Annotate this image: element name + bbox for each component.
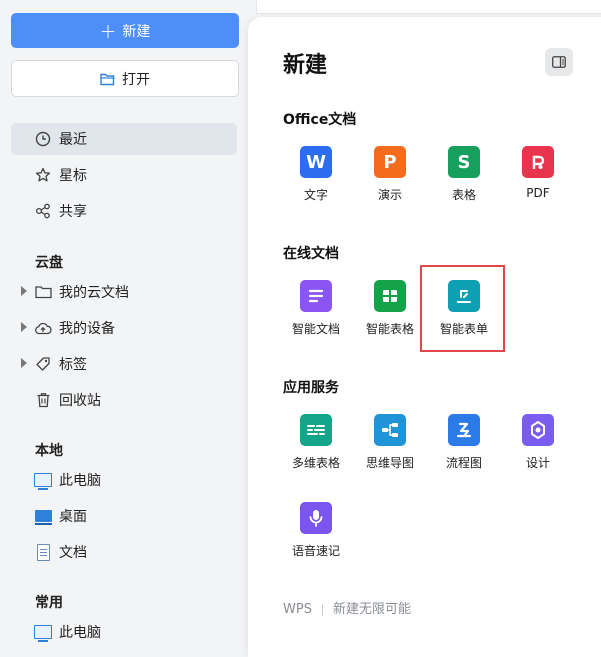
footer-divider [321, 603, 323, 616]
group-title-online: 在线文档 [283, 246, 339, 262]
panel-title: 新建 [283, 53, 328, 78]
expand-caret-icon[interactable] [21, 322, 27, 332]
folder-icon [34, 283, 52, 301]
new-design[interactable]: 设计 [501, 414, 575, 471]
new-button[interactable]: + 新建 [11, 13, 239, 48]
sidebar-item-label: 文档 [59, 545, 87, 561]
group-title-services: 应用服务 [283, 380, 339, 396]
section-title-local: 本地 [35, 443, 63, 459]
new-pdf[interactable]: PDF [501, 146, 575, 200]
app-label: 演示 [377, 188, 402, 202]
open-button-label: 打开 [122, 71, 150, 88]
sidebar-item-label: 共享 [59, 204, 87, 220]
new-mind-map[interactable]: 思维导图 [353, 414, 427, 471]
multi-dim-table-icon [300, 414, 332, 446]
new-voice-note[interactable]: 语音速记 [279, 502, 353, 559]
computer-icon [34, 471, 52, 490]
cloud-upload-icon [34, 319, 52, 337]
open-button[interactable]: 打开 [11, 60, 239, 97]
app-label: 流程图 [445, 456, 482, 470]
new-document-panel: 新建 Office文档 W 文字 P 演示 S 表格 PDF 在线文档 智能文档 [248, 17, 601, 657]
sidebar-item-label: 最近 [59, 132, 87, 148]
footer-slogan: 新建无限可能 [332, 602, 411, 617]
group-title-office: Office文档 [283, 112, 357, 128]
wps-spreadsheet-icon: S [448, 146, 480, 178]
new-multi-dim-table[interactable]: 多维表格 [279, 414, 353, 471]
app-label: PDF [526, 186, 550, 200]
plus-icon: + [99, 18, 117, 43]
footer-brand: WPS [283, 602, 312, 617]
background-window-edge [256, 0, 601, 14]
sidebar-item-desktop[interactable]: 桌面 [11, 500, 237, 532]
clock-icon [34, 130, 52, 148]
expand-caret-icon[interactable] [21, 358, 27, 368]
new-smart-doc[interactable]: 智能文档 [279, 280, 353, 337]
sidebar-item-documents[interactable]: 文档 [11, 536, 237, 568]
sidebar-item-label: 此电脑 [59, 473, 101, 489]
sidebar-item-this-pc[interactable]: 此电脑 [11, 464, 237, 496]
new-smart-sheet[interactable]: 智能表格 [353, 280, 427, 337]
smart-doc-icon [300, 280, 332, 312]
sidebar-item-label: 标签 [59, 357, 87, 373]
app-label: 智能表格 [365, 322, 414, 336]
app-label: 智能文档 [291, 322, 340, 336]
app-label: 表格 [451, 188, 476, 202]
sidebar-item-my-cloud-docs[interactable]: 我的云文档 [11, 276, 237, 308]
highlight-box [420, 265, 505, 352]
sidebar-item-label: 此电脑 [59, 625, 101, 641]
star-icon [34, 166, 52, 184]
app-label: 文字 [303, 188, 328, 202]
smart-sheet-icon [374, 280, 406, 312]
sidebar-item-recycle-bin[interactable]: 回收站 [11, 384, 237, 416]
layout-panel-icon [552, 56, 566, 68]
wps-writer-icon: W [300, 146, 332, 178]
toggle-sidebar-button[interactable] [545, 48, 573, 76]
microphone-icon [300, 502, 332, 534]
app-label: 语音速记 [291, 544, 340, 558]
tag-icon [34, 355, 52, 373]
sidebar-item-common-this-pc[interactable]: 此电脑 [11, 616, 237, 648]
share-icon [34, 202, 52, 220]
flowchart-icon [448, 414, 480, 446]
mind-map-icon [374, 414, 406, 446]
sidebar-item-label: 桌面 [59, 509, 87, 525]
computer-icon [34, 623, 52, 642]
sidebar-item-shared[interactable]: 共享 [11, 195, 237, 227]
new-button-label: 新建 [122, 23, 151, 40]
desktop-icon [34, 507, 52, 525]
sidebar-item-label: 回收站 [59, 393, 101, 409]
panel-footer: WPS 新建无限可能 [283, 598, 411, 617]
new-flowchart[interactable]: 流程图 [427, 414, 501, 471]
document-icon [34, 543, 52, 561]
design-icon [522, 414, 554, 446]
sidebar-item-starred[interactable]: 星标 [11, 159, 237, 191]
section-title-cloud: 云盘 [35, 255, 63, 271]
sidebar-item-label: 我的云文档 [59, 285, 129, 301]
new-presentation[interactable]: P 演示 [353, 146, 427, 203]
expand-caret-icon[interactable] [21, 286, 27, 296]
folder-open-icon [100, 73, 115, 85]
trash-icon [34, 391, 52, 409]
new-writer-doc[interactable]: W 文字 [279, 146, 353, 203]
sidebar: + 新建 打开 最近 星标 共享 云盘 我的云文档 我的设备 标签 回收站 本地… [0, 0, 248, 642]
sidebar-item-my-devices[interactable]: 我的设备 [11, 312, 237, 344]
sidebar-item-recent[interactable]: 最近 [11, 123, 237, 155]
app-label: 设计 [525, 456, 550, 470]
sidebar-item-tags[interactable]: 标签 [11, 348, 237, 380]
sidebar-item-label: 我的设备 [59, 321, 115, 337]
sidebar-item-label: 星标 [59, 168, 87, 184]
pdf-icon [522, 146, 554, 178]
app-label: 思维导图 [365, 456, 414, 470]
new-spreadsheet[interactable]: S 表格 [427, 146, 501, 203]
app-label: 多维表格 [291, 456, 340, 470]
wps-presentation-icon: P [374, 146, 406, 178]
section-title-common: 常用 [35, 595, 63, 611]
